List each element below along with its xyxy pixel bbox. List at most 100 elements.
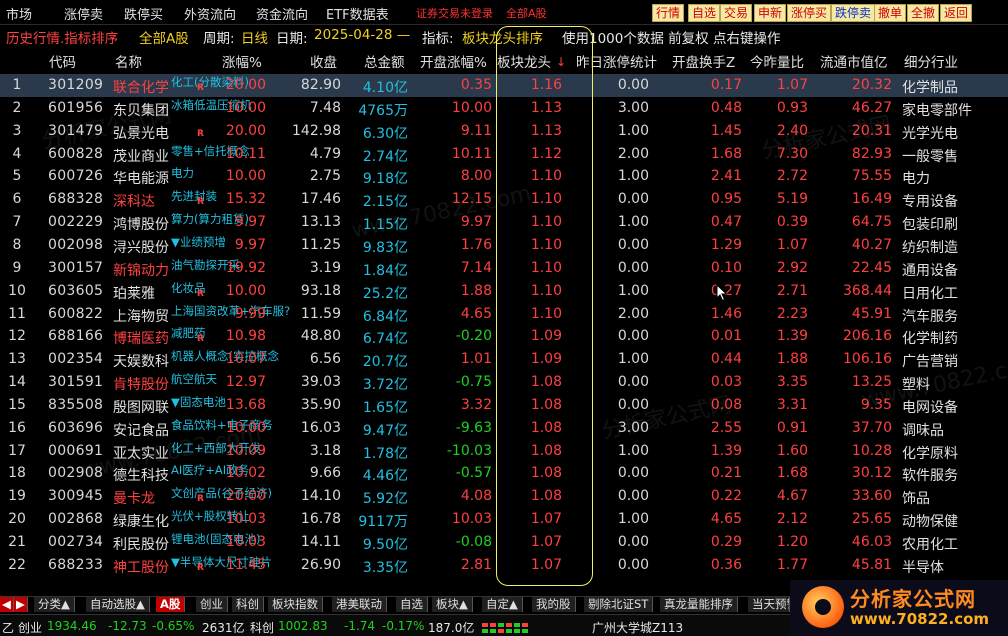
table-row[interactable]: 14 301591 肯特股份 航空航天 12.97 39.03 3.72亿 -0.75 1.08… — [0, 371, 1008, 394]
market-filter-link[interactable]: 全部A股 — [506, 5, 547, 21]
logo-emblem-hole — [815, 599, 831, 615]
col-name[interactable]: 名称 — [115, 51, 142, 71]
table-row[interactable]: 20 002868 绿康生化 光伏+股权转让 10.03 16.78 9117万 10.03 1… — [0, 508, 1008, 531]
stock-name: 利民股份 — [113, 537, 169, 553]
sort-desc-icon: ↓ — [556, 55, 567, 69]
table-row[interactable]: 4 600828 茂业商业 零售+信托概念 10.11 4.79 2.74亿 10.11 1.1… — [0, 143, 1008, 166]
tab-sector-index[interactable]: 板块指数 — [268, 597, 323, 612]
total-amount: 6.74亿 — [362, 331, 408, 348]
table-row[interactable]: 11 600822 上海物贸 上海国资改革+汽车服? 9.99 11.59 6.84亿 4.6… — [0, 303, 1008, 326]
toolbar-cancel-all-button[interactable]: 全撤 — [907, 4, 940, 22]
period-value[interactable]: 日线 — [241, 27, 268, 47]
toolbar-trade-button[interactable]: 交易 — [720, 4, 753, 22]
col-code[interactable]: 代码 — [49, 51, 76, 71]
col-industry[interactable]: 细分行业 — [904, 51, 958, 71]
stock-code: 600828 — [48, 145, 104, 162]
table-row[interactable]: 13 002354 天娱数科 机器人概念(实控概念 10.07 6.56 20.7亿 1.01… — [0, 348, 1008, 371]
market-label[interactable]: 全部A股 — [139, 27, 189, 47]
float-cap: 22.45 — [851, 259, 892, 276]
open-turnover: 1.29 — [710, 236, 742, 253]
col-float-cap[interactable]: 流通市值亿 — [820, 51, 888, 71]
toolbar-watchlist-button[interactable]: 自选 — [688, 4, 721, 22]
industry: 饰品 — [902, 491, 930, 508]
server-name[interactable]: 广州大学城Z113 — [592, 619, 683, 636]
table-row[interactable]: 22 688233 神工股份 ▼半导体大尺寸硅片 R 11.45 26.90 3.35亿 2.8… — [0, 554, 1008, 577]
table-row[interactable]: 18 002908 德生科技 AI医疗+AI政务 10.02 9.66 4.46亿 -0.57… — [0, 462, 1008, 485]
change-pct: 10.98 — [225, 328, 266, 345]
tab-daily-alert[interactable]: 当天预警 — [748, 597, 790, 612]
stock-code: 603605 — [48, 282, 104, 299]
open-change-pct: -0.08 — [455, 534, 492, 550]
table-row[interactable]: 9 300157 新锦动力 油气勘探开采 19.92 3.19 1.84亿 7.14 1.10 0… — [0, 257, 1008, 280]
menu-foreign-flow[interactable]: 外资流向 — [184, 4, 236, 23]
table-row[interactable]: 17 000691 亚太实业 化工+西部大开发 10.09 3.18 1.78亿 -10.03… — [0, 440, 1008, 463]
tab-dragon-volume-sort[interactable]: 真龙量能排序 — [660, 597, 738, 612]
tab-auto-select[interactable]: 自动选股▲ — [86, 597, 150, 612]
date-value[interactable]: 2025-04-28 — — [314, 27, 410, 43]
col-close[interactable]: 收盘 — [310, 51, 337, 71]
toolbar-back-button[interactable]: 返回 — [940, 4, 973, 22]
col-volume-ratio[interactable]: 今昨量比 — [750, 51, 804, 71]
toolbar-new-share-button[interactable]: 申新 — [754, 4, 787, 22]
toolbar-quote-button[interactable]: 行情 — [652, 4, 685, 22]
col-open-change-pct[interactable]: 开盘涨幅% — [420, 51, 487, 71]
toolbar-limit-down-sell-button[interactable]: 跌停卖 — [831, 4, 876, 22]
table-row[interactable]: 6 688328 深科达 先进封装 R 15.32 17.46 2.15亿 12.15 1.10 0… — [0, 188, 1008, 211]
prev-limit-stats: 1.00 — [617, 351, 649, 368]
tab-a-shares[interactable]: A股 — [156, 597, 186, 612]
stock-name: 殷图网联 — [113, 399, 169, 416]
indicator-value[interactable]: 板块龙头排序 — [462, 27, 543, 47]
status-left-char: 乙 — [2, 621, 15, 635]
table-row[interactable]: 7 002229 鸿博股份 算力(算力租赁) 9.97 13.13 1.15亿 9.97 1.1… — [0, 211, 1008, 234]
login-status[interactable]: 证券交易未登录 — [416, 5, 493, 21]
toolbar-cancel-order-button[interactable]: 撤单 — [874, 4, 907, 22]
tab-next-icon[interactable]: ▶ — [14, 597, 28, 612]
menu-fund-flow[interactable]: 资金流向 — [256, 4, 308, 23]
table-row[interactable]: 8 002098 浔兴股份 ▼业绩预增 9.97 11.25 9.83亿 1.76 1.10 0.… — [0, 234, 1008, 257]
tab-category[interactable]: 分类▲ — [34, 597, 75, 612]
prev-limit-stats: 3.00 — [617, 99, 649, 116]
open-turnover: 1.68 — [710, 145, 742, 162]
table-row[interactable]: 16 603696 安记食品 食品饮料+电子商务 10.00 16.03 9.47亿 -9.6… — [0, 417, 1008, 440]
industry: 家电零部件 — [902, 102, 972, 119]
menu-market[interactable]: 市场 — [6, 4, 32, 23]
table-row[interactable]: 19 300945 曼卡龙 文创产品(谷子经济) R 20.00 14.10 5.92亿 4.0… — [0, 485, 1008, 508]
table-row[interactable]: 2 601956 东贝集团 冰箱低温压缩机 10.00 7.48 4765万 10.00 1.1… — [0, 97, 1008, 120]
tab-hk-us[interactable]: 港美联动 — [332, 597, 387, 612]
tab-chinext[interactable]: 创业 — [196, 597, 228, 612]
toolbar-limit-up-buy-button[interactable]: 涨停买 — [787, 4, 832, 22]
tab-watchlist[interactable]: 自选 — [396, 597, 428, 612]
row-number: 11 — [8, 305, 26, 322]
sector-leader-value: 1.08 — [530, 396, 562, 413]
open-change-pct: 7.14 — [460, 259, 492, 276]
table-row[interactable]: 3 301479 弘景光电 R 20.00 142.98 6.30亿 9.11 1.13 1.00… — [0, 120, 1008, 143]
col-amount[interactable]: 总金额 — [364, 51, 405, 71]
col-change-pct[interactable]: 涨幅% — [222, 51, 262, 71]
col-sector-leader[interactable]: 板块龙头 — [497, 51, 551, 71]
tab-custom[interactable]: 自定▲ — [482, 597, 523, 612]
menu-limit-down-buy[interactable]: 跌停买 — [124, 4, 163, 23]
volume-ratio: 1.77 — [776, 556, 808, 573]
tab-prev-icon[interactable]: ◀ — [0, 597, 14, 612]
stock-name: 天娱数科 — [113, 354, 169, 371]
table-row[interactable]: 10 603605 珀莱雅 化妆品 R 10.00 93.18 25.2亿 1.88 1.10 1.… — [0, 280, 1008, 303]
float-cap: 45.81 — [851, 556, 892, 573]
table-row[interactable]: 12 688166 博瑞医药 减肥药 R 10.98 48.80 6.74亿 -0.20 1.09… — [0, 325, 1008, 348]
prev-limit-stats: 0.00 — [617, 77, 649, 93]
close-price: 7.48 — [309, 99, 341, 116]
float-cap: 16.49 — [851, 191, 892, 208]
menu-limit-up-sell[interactable]: 涨停卖 — [64, 4, 103, 23]
tab-my-stocks[interactable]: 我的股 — [532, 597, 576, 612]
col-prev-limit-stats[interactable]: 昨日涨停统计 — [576, 51, 657, 71]
table-row[interactable]: 15 835508 殷图网联 ▼固态电池 13.68 35.90 1.65亿 3.32 1.08… — [0, 394, 1008, 417]
tab-exclude-bj-st[interactable]: 剔除北证ST — [584, 597, 654, 612]
table-row[interactable]: 21 002734 利民股份 锂电池(固态电池) 10.03 14.11 9.50亿 -0.0… — [0, 531, 1008, 554]
table-row[interactable]: 1 301209 联合化学 化工(分散染料) R 20.00 82.90 4.10亿 0.35 1… — [0, 74, 1008, 97]
tab-star[interactable]: 科创 — [232, 597, 264, 612]
volume-ratio: 3.31 — [776, 396, 808, 413]
menu-etf-data[interactable]: ETF数据表 — [326, 4, 389, 23]
col-open-turnover[interactable]: 开盘换手Z — [672, 51, 735, 71]
tab-sector[interactable]: 板块▲ — [432, 597, 473, 612]
volume-ratio: 2.71 — [776, 282, 808, 299]
table-row[interactable]: 5 600726 华电能源 电力 10.00 2.75 9.18亿 8.00 1.10 1.00 2… — [0, 165, 1008, 188]
